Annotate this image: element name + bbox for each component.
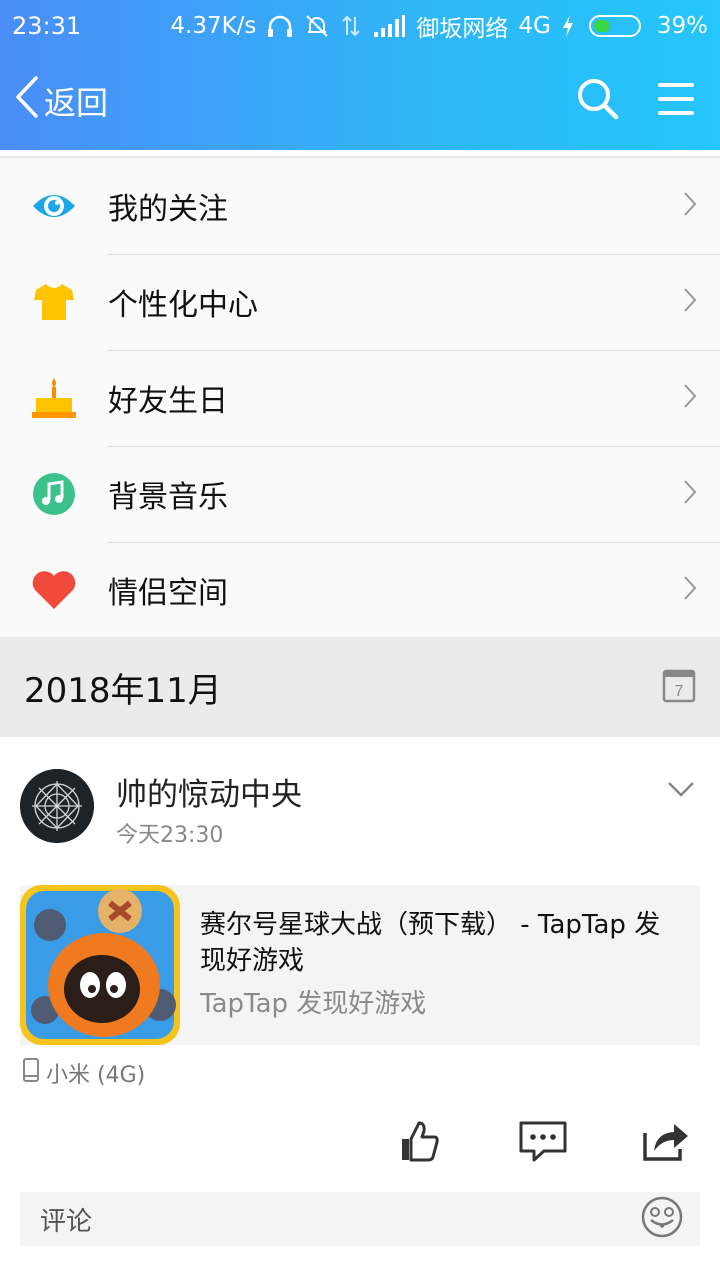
charging-icon [561,14,575,38]
phone-icon [22,1058,46,1088]
menu-item-background-music[interactable]: 背景音乐 [0,446,720,542]
music-note-icon [0,472,108,516]
month-header: 2018年11月 7 [0,637,720,737]
device-name: 小米 (4G) [46,1063,146,1088]
search-icon[interactable] [576,77,620,125]
menu-item-couple-space[interactable]: 情侣空间 [0,542,720,638]
menu-item-personalization[interactable]: 个性化中心 [0,254,720,350]
carrier-name: 御坂网络 [416,16,509,42]
menu-item-label: 背景音乐 [108,480,228,515]
menu-item-label: 个性化中心 [108,288,258,323]
post-actions [0,1119,720,1169]
chevron-right-icon [682,190,698,222]
chevron-right-icon [682,382,698,414]
chevron-right-icon [682,478,698,510]
data-arrows-icon [340,13,362,39]
shared-link-card[interactable]: 赛尔号星球大战（预下载） - TapTap 发现好游戏 TapTap 发现好游戏 [20,885,700,1045]
comment-icon[interactable] [518,1119,568,1167]
shared-link-title: 赛尔号星球大战（预下载） - TapTap 发现好游戏 [200,910,661,976]
post-header: 帅的惊动中央 今天23:30 [20,769,700,849]
post-author[interactable]: 帅的惊动中央 [116,769,302,814]
status-time: 23:31 [12,12,82,40]
feed-post: 帅的惊动中央 今天23:30 赛尔号星球大战（预下载） - TapTap 发现好… [0,737,720,1280]
menu-item-label: 好友生日 [108,384,228,419]
menu-item-label: 我的关注 [108,192,228,227]
menu-item-following[interactable]: 我的关注 [0,158,720,254]
post-time: 今天23:30 [116,823,224,848]
menu-item-friend-birthday[interactable]: 好友生日 [0,350,720,446]
signal-icon [372,14,406,38]
top-bar: 23:31 4.37K/s 御坂网络 4G 39% 返回 [0,0,720,150]
like-icon[interactable] [398,1119,440,1167]
chevron-down-icon[interactable] [666,779,696,803]
battery-percent: 39% [656,13,708,39]
chevron-right-icon [682,574,698,606]
avatar[interactable] [20,769,94,843]
chevron-right-icon [682,286,698,318]
menu-icon[interactable] [656,81,696,121]
battery-icon [588,15,641,37]
heart-icon [0,569,108,611]
emoji-icon[interactable] [640,1195,684,1243]
shirt-icon [0,282,108,322]
comment-placeholder: 评论 [40,1206,93,1237]
menu-item-label: 情侣空间 [108,576,228,611]
headphones-icon [266,13,294,39]
calendar-day: 7 [675,683,684,700]
month-label: 2018年11月 [24,670,222,711]
back-label: 返回 [44,84,109,122]
shared-link-source: TapTap 发现好游戏 [200,989,427,1019]
back-chevron-icon [14,75,44,127]
game-thumbnail-image [20,885,180,1045]
bell-off-icon [304,13,330,39]
network-type: 4G [518,13,551,39]
calendar-icon[interactable]: 7 [662,667,696,707]
comment-input[interactable]: 评论 [20,1192,700,1246]
device-info: 小米 (4G) [22,1057,145,1089]
back-button[interactable]: 返回 [14,75,108,127]
eye-icon [0,188,108,224]
cake-icon [0,376,108,420]
share-icon[interactable] [642,1119,690,1167]
network-speed: 4.37K/s [170,13,257,39]
nav-bar: 返回 [0,52,720,150]
status-bar: 23:31 4.37K/s 御坂网络 4G 39% [0,0,720,52]
feature-menu: 我的关注 个性化中心 好友生日 背景音乐 情侣空间 [0,156,720,638]
